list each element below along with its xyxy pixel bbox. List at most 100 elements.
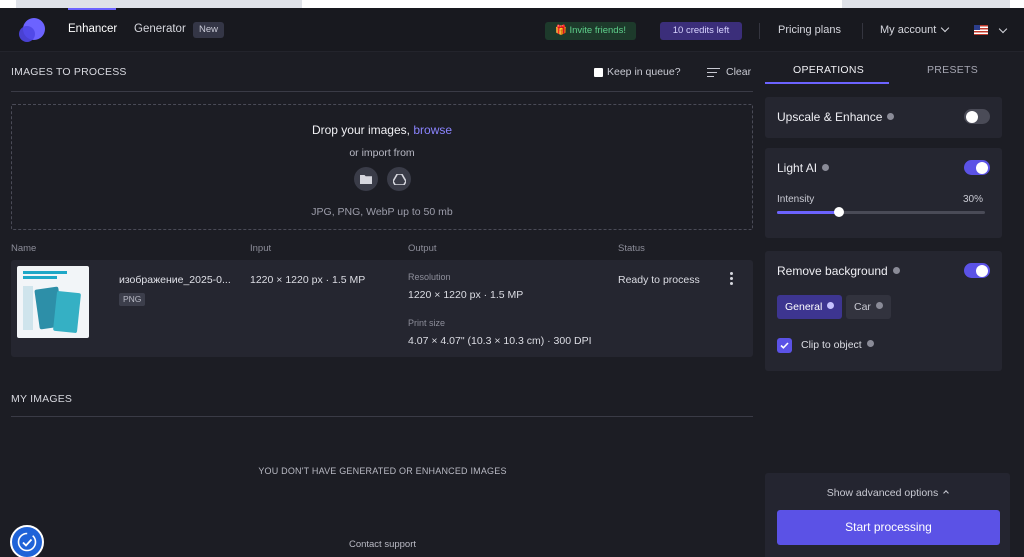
my-account-label: My account (880, 24, 937, 36)
header-divider (759, 23, 760, 39)
active-nav-indicator (68, 8, 116, 10)
tab-presets[interactable]: PRESETS (927, 64, 978, 76)
chevron-down-icon[interactable] (998, 24, 1008, 34)
print-size: 4.07 × 4.07" (10.3 × 10.3 cm) · 300 DPI (408, 335, 592, 347)
top-navigation-bar: Enhancer Generator New 🎁 Invite friends!… (0, 8, 1024, 52)
advanced-options-label: Show advanced options (826, 487, 939, 499)
clip-to-object-title: Clip to object (801, 339, 874, 351)
remove-background-title: Remove background (777, 264, 900, 278)
nav-generator[interactable]: Generator (134, 23, 186, 35)
keep-in-queue-checkbox[interactable]: Keep in queue? (594, 66, 681, 78)
info-icon[interactable] (875, 302, 883, 309)
dropzone-title: Drop your images, browse (12, 123, 752, 137)
print-size-label: Print size (408, 318, 446, 328)
divider (11, 91, 753, 92)
upscale-enhance-title: Upscale & Enhance (777, 110, 895, 124)
light-ai-label: Light AI (777, 161, 818, 175)
resolution-label: Resolution (408, 272, 451, 282)
folder-import-button[interactable] (354, 167, 378, 191)
clip-to-object-label: Clip to object (801, 339, 862, 351)
chrome-tab-edge (0, 0, 16, 8)
my-images-title: MY IMAGES (11, 393, 73, 405)
contact-support-link[interactable]: Contact support (0, 539, 765, 550)
light-ai-title: Light AI (777, 161, 830, 175)
remove-background-label: Remove background (777, 264, 888, 278)
browse-link[interactable]: browse (413, 123, 452, 137)
clear-label: Clear (726, 66, 752, 78)
google-drive-icon (392, 173, 406, 185)
main-content: IMAGES TO PROCESS Keep in queue? Clear D… (0, 52, 765, 557)
output-resolution: 1220 × 1220 px · 1.5 MP (408, 289, 524, 301)
column-header-output: Output (408, 243, 437, 254)
clear-button[interactable]: Clear (707, 66, 751, 78)
info-icon[interactable] (887, 113, 895, 120)
info-icon[interactable] (866, 340, 874, 347)
start-processing-button[interactable]: Start processing (777, 510, 1000, 545)
divider (11, 416, 753, 417)
mode-car-label: Car (854, 301, 871, 313)
column-header-status: Status (618, 243, 645, 254)
action-panel: Show advanced options Start processing (765, 473, 1010, 557)
new-badge: New (193, 22, 225, 38)
remove-background-card: Remove background General Car Clip to ob… (765, 251, 1002, 371)
advanced-options-toggle[interactable]: Show advanced options (765, 487, 1010, 499)
info-icon[interactable] (822, 164, 830, 171)
file-name: изображение_2025-0... (119, 274, 231, 286)
invite-label: Invite friends! (569, 25, 626, 36)
intensity-value: 30% (963, 194, 984, 205)
checkmark-icon (780, 342, 789, 349)
keep-in-queue-label: Keep in queue? (607, 66, 681, 78)
chrome-tab-edge (1010, 0, 1024, 8)
status-text: Ready to process (618, 274, 700, 286)
input-size: 1220 × 1220 px · 1.5 MP (250, 274, 366, 286)
upscale-enhance-card: Upscale & Enhance (765, 97, 1002, 138)
clip-to-object-checkbox[interactable] (777, 338, 792, 353)
intensity-slider-fill (777, 211, 840, 214)
mode-chip-car[interactable]: Car (846, 295, 891, 319)
checkbox-icon[interactable] (594, 67, 603, 77)
tab-operations[interactable]: OPERATIONS (793, 64, 864, 76)
empty-images-message: YOU DON'T HAVE GENERATED OR ENHANCED IMA… (258, 466, 507, 476)
nav-enhancer[interactable]: Enhancer (68, 23, 117, 35)
file-format-hint: JPG, PNG, WebP up to 50 mb (311, 206, 453, 218)
light-ai-card: Light AI Intensity 30% (765, 148, 1002, 238)
dropzone-title-text: Drop your images, (311, 123, 410, 137)
import-from-label: or import from (349, 147, 415, 159)
column-header-name: Name (11, 243, 37, 254)
accessibility-button[interactable] (10, 525, 44, 557)
my-account-menu[interactable]: My account (880, 23, 950, 36)
gift-icon: 🎁 (555, 25, 567, 36)
intensity-slider[interactable] (777, 207, 985, 217)
folder-icon (360, 175, 372, 184)
mode-chip-general[interactable]: General (777, 295, 843, 319)
info-icon[interactable] (827, 302, 835, 309)
info-icon[interactable] (892, 267, 900, 274)
app-logo[interactable] (19, 18, 45, 44)
us-flag-icon[interactable] (974, 25, 988, 35)
google-drive-import-button[interactable] (387, 167, 411, 191)
light-ai-toggle[interactable] (964, 160, 990, 175)
chevron-down-icon (941, 23, 950, 33)
intensity-slider-handle[interactable] (834, 207, 845, 217)
upscale-enhance-toggle[interactable] (964, 109, 990, 124)
chrome-tab-edge (302, 0, 842, 8)
column-header-input: Input (250, 243, 272, 254)
mode-general-label: General (785, 301, 823, 313)
browser-chrome-strip (0, 0, 1024, 8)
intensity-label: Intensity (777, 194, 815, 205)
file-row: изображение_2025-0... PNG 1220 × 1220 px… (11, 260, 753, 357)
images-to-process-title: IMAGES TO PROCESS (11, 66, 127, 78)
operations-sidebar: OPERATIONS PRESETS Upscale & Enhance Lig… (765, 52, 1024, 557)
header-divider (862, 23, 863, 39)
accessibility-icon (17, 532, 37, 552)
file-format-badge: PNG (119, 293, 146, 306)
more-options-icon[interactable] (730, 272, 734, 287)
chevron-up-icon (943, 490, 950, 496)
pricing-plans-link[interactable]: Pricing plans (778, 24, 841, 36)
remove-background-toggle[interactable] (964, 263, 990, 278)
credits-badge[interactable]: 10 credits left (660, 22, 742, 40)
invite-friends-button[interactable]: 🎁 Invite friends! (545, 22, 636, 40)
image-thumbnail[interactable] (17, 266, 89, 338)
image-dropzone[interactable]: Drop your images, browse or import from … (11, 104, 753, 230)
clear-list-icon (707, 67, 720, 77)
